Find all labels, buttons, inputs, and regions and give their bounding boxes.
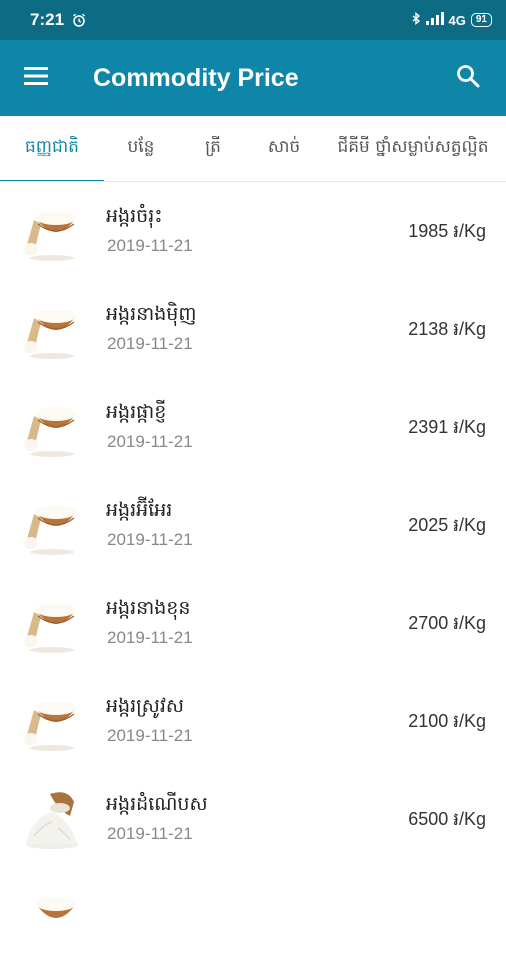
tab-meat[interactable]: សាច់ — [248, 116, 320, 181]
item-name: អង្ករដំណើបស — [106, 793, 208, 815]
rice-bowl-icon — [22, 886, 82, 948]
tab-fish[interactable]: ត្រី — [178, 116, 248, 181]
item-name: អង្ករស្រូវស — [106, 695, 185, 717]
tab-label: សាច់ — [267, 137, 301, 157]
alarm-icon — [72, 13, 86, 27]
item-name: អង្ករអ៊ីអែរ — [106, 499, 173, 521]
bluetooth-icon — [411, 11, 421, 29]
status-time: 7:21 — [30, 10, 65, 29]
item-date: 2019-11-21 — [107, 628, 193, 647]
item-name: អង្ករនាងម៉ិញ — [106, 303, 197, 325]
item-price: 2700 ៛/Kg — [408, 613, 486, 633]
list-item[interactable]: អង្ករចំរុះ 2019-11-21 1985 ៛/Kg — [0, 182, 506, 280]
tab-cereals[interactable]: ធញ្ញជាតិ — [0, 116, 104, 181]
item-name: អង្ករផ្កាខ្ញី — [106, 401, 167, 423]
item-date: 2019-11-21 — [107, 530, 193, 549]
app-bar: Commodity Price — [0, 40, 506, 116]
price-list: អង្ករចំរុះ 2019-11-21 1985 ៛/Kg អង្ករនាង… — [0, 182, 506, 966]
item-price: 2138 ៛/Kg — [408, 319, 486, 339]
app-title: Commodity Price — [93, 63, 299, 92]
tab-label: បន្លែ — [127, 137, 155, 157]
item-price: 1985 ៛/Kg — [408, 221, 486, 241]
tab-label: ជីគីមី ថ្នាំសម្លាប់សត្វល្អិត — [337, 137, 489, 157]
item-date: 2019-11-21 — [107, 334, 193, 353]
search-button[interactable] — [438, 40, 498, 116]
item-price: 2391 ៛/Kg — [408, 417, 486, 437]
network-type: 4G — [448, 12, 466, 28]
list-item[interactable]: អង្ករអ៊ីអែរ 2019-11-21 2025 ៛/Kg — [0, 476, 506, 574]
rice-bowl-icon — [22, 690, 82, 752]
item-price: 2100 ៛/Kg — [408, 711, 486, 731]
rice-bowl-icon — [22, 200, 82, 262]
list-item-partial[interactable] — [0, 868, 506, 966]
rice-bowl-icon — [22, 396, 82, 458]
menu-button[interactable] — [0, 40, 72, 116]
list-item[interactable]: អង្ករស្រូវស 2019-11-21 2100 ៛/Kg — [0, 672, 506, 770]
tab-label: ធញ្ញជាតិ — [25, 137, 79, 157]
rice-pile-icon — [22, 788, 82, 850]
item-name: អង្ករនាងខុន — [106, 597, 191, 619]
search-icon — [456, 64, 480, 92]
item-date: 2019-11-21 — [107, 824, 193, 843]
rice-bowl-icon — [22, 494, 82, 556]
item-price: 6500 ៛/Kg — [408, 809, 486, 829]
tab-vegetables[interactable]: បន្លែ — [104, 116, 178, 181]
tab-label: ត្រី — [205, 137, 221, 157]
list-item[interactable]: អង្ករផ្កាខ្ញី 2019-11-21 2391 ៛/Kg — [0, 378, 506, 476]
list-item[interactable]: អង្ករដំណើបស 2019-11-21 6500 ៛/Kg — [0, 770, 506, 868]
item-name: អង្ករចំរុះ — [106, 205, 163, 227]
signal-icon — [425, 12, 444, 28]
tab-fertilizer-pesticide[interactable]: ជីគីមី ថ្នាំសម្លាប់សត្វល្អិត — [320, 116, 506, 181]
list-item[interactable]: អង្ករនាងខុន 2019-11-21 2700 ៛/Kg — [0, 574, 506, 672]
item-price: 2025 ៛/Kg — [408, 515, 486, 535]
item-date: 2019-11-21 — [107, 726, 193, 745]
hamburger-icon — [24, 67, 48, 89]
category-tabs: ធញ្ញជាតិ បន្លែ ត្រី សាច់ ជីគីមី ថ្នាំសម្… — [0, 116, 506, 182]
rice-bowl-icon — [22, 592, 82, 654]
battery-icon: 91 — [470, 13, 492, 27]
item-date: 2019-11-21 — [107, 236, 193, 255]
list-item[interactable]: អង្ករនាងម៉ិញ 2019-11-21 2138 ៛/Kg — [0, 280, 506, 378]
status-bar: 7:21 4G 91 — [0, 0, 506, 40]
item-date: 2019-11-21 — [107, 432, 193, 451]
status-indicators: 4G 91 — [411, 11, 492, 29]
rice-bowl-icon — [22, 298, 82, 360]
